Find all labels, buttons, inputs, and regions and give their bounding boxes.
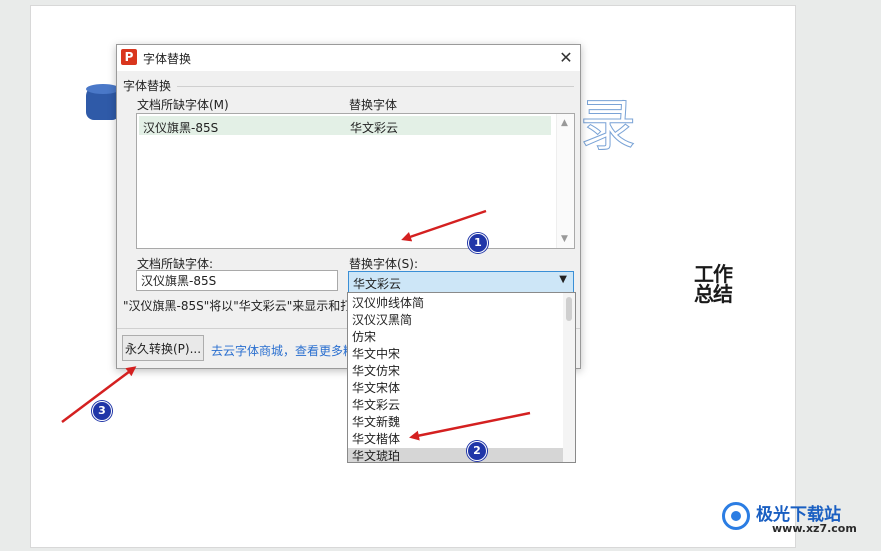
group-divider bbox=[177, 86, 574, 87]
scroll-down-icon[interactable]: ▼ bbox=[561, 234, 568, 244]
close-icon[interactable]: ✕ bbox=[552, 45, 580, 71]
dialog-titlebar[interactable]: P 字体替换 ✕ bbox=[117, 45, 580, 71]
dropdown-option[interactable]: 华文仿宋 bbox=[348, 363, 566, 380]
annotation-badge-2: 2 bbox=[467, 441, 487, 461]
aurora-logo-icon bbox=[722, 502, 750, 530]
dropdown-option[interactable]: 汉仪帅线体简 bbox=[348, 295, 566, 312]
dropdown-option[interactable]: 华文宋体 bbox=[348, 380, 566, 397]
font-dropdown-list[interactable]: 汉仪帅线体简 汉仪汉黑简 仿宋 华文中宋 华文仿宋 华文宋体 华文彩云 华文新魏… bbox=[347, 292, 576, 463]
dropdown-option-kaiti[interactable]: 华文楷体 bbox=[348, 431, 566, 448]
dropdown-option[interactable]: 华文彩云 bbox=[348, 397, 566, 414]
watermark: 极光下载站 www.xz7.com bbox=[722, 498, 874, 538]
chevron-down-icon[interactable]: ▼ bbox=[559, 274, 567, 285]
cylinder-shape bbox=[86, 84, 120, 120]
font-mapping-list[interactable]: 汉仪旗黑-85S 华文彩云 ▲ ▼ bbox=[136, 113, 575, 249]
dropdown-option-hovered[interactable]: 华文琥珀 bbox=[348, 448, 566, 462]
list-scrollbar[interactable]: ▲ ▼ bbox=[556, 114, 574, 248]
missing-font-field[interactable] bbox=[136, 270, 338, 291]
work-summary-line1: 工作 bbox=[694, 262, 733, 286]
work-summary-line2: 总结 bbox=[694, 282, 733, 306]
dropdown-option[interactable]: 仿宋 bbox=[348, 329, 566, 346]
scroll-up-icon[interactable]: ▲ bbox=[561, 118, 568, 128]
cloud-font-store-link[interactable]: 去云字体商城，查看更多精 bbox=[211, 342, 347, 359]
group-label: 字体替换 bbox=[123, 79, 172, 93]
dropdown-option[interactable]: 汉仪汉黑简 bbox=[348, 312, 566, 329]
dropdown-scrollbar[interactable] bbox=[563, 293, 575, 462]
list-item-missing: 汉仪旗黑-85S bbox=[143, 121, 219, 135]
replace-font-label: 替换字体(S): bbox=[349, 257, 419, 271]
replace-font-select[interactable]: 华文彩云 ▼ bbox=[348, 271, 574, 293]
dropdown-option[interactable]: 华文中宋 bbox=[348, 346, 566, 363]
list-item-replace: 华文彩云 bbox=[350, 121, 399, 135]
dialog-title: 字体替换 bbox=[143, 52, 192, 66]
annotation-badge-3: 3 bbox=[92, 401, 112, 421]
replace-note: "汉仪旗黑-85S"将以"华文彩云"来显示和打 bbox=[123, 299, 349, 313]
dropdown-scroll-thumb[interactable] bbox=[566, 297, 572, 321]
work-summary-text: 工作 总结 bbox=[694, 264, 742, 304]
replace-font-value: 华文彩云 bbox=[353, 277, 402, 291]
watermark-url: www.xz7.com bbox=[772, 522, 857, 535]
permanent-convert-button[interactable]: 永久转换(P)... bbox=[122, 335, 204, 361]
column-header-replace: 替换字体 bbox=[349, 98, 398, 112]
list-item[interactable]: 汉仪旗黑-85S 华文彩云 bbox=[139, 116, 551, 135]
column-header-missing: 文档所缺字体(M) bbox=[137, 98, 229, 112]
dropdown-option[interactable]: 华文新魏 bbox=[348, 414, 566, 431]
annotation-badge-1: 1 bbox=[468, 233, 488, 253]
slide-heading-glyph: 录 bbox=[580, 94, 637, 159]
presentation-app-icon: P bbox=[121, 49, 137, 65]
